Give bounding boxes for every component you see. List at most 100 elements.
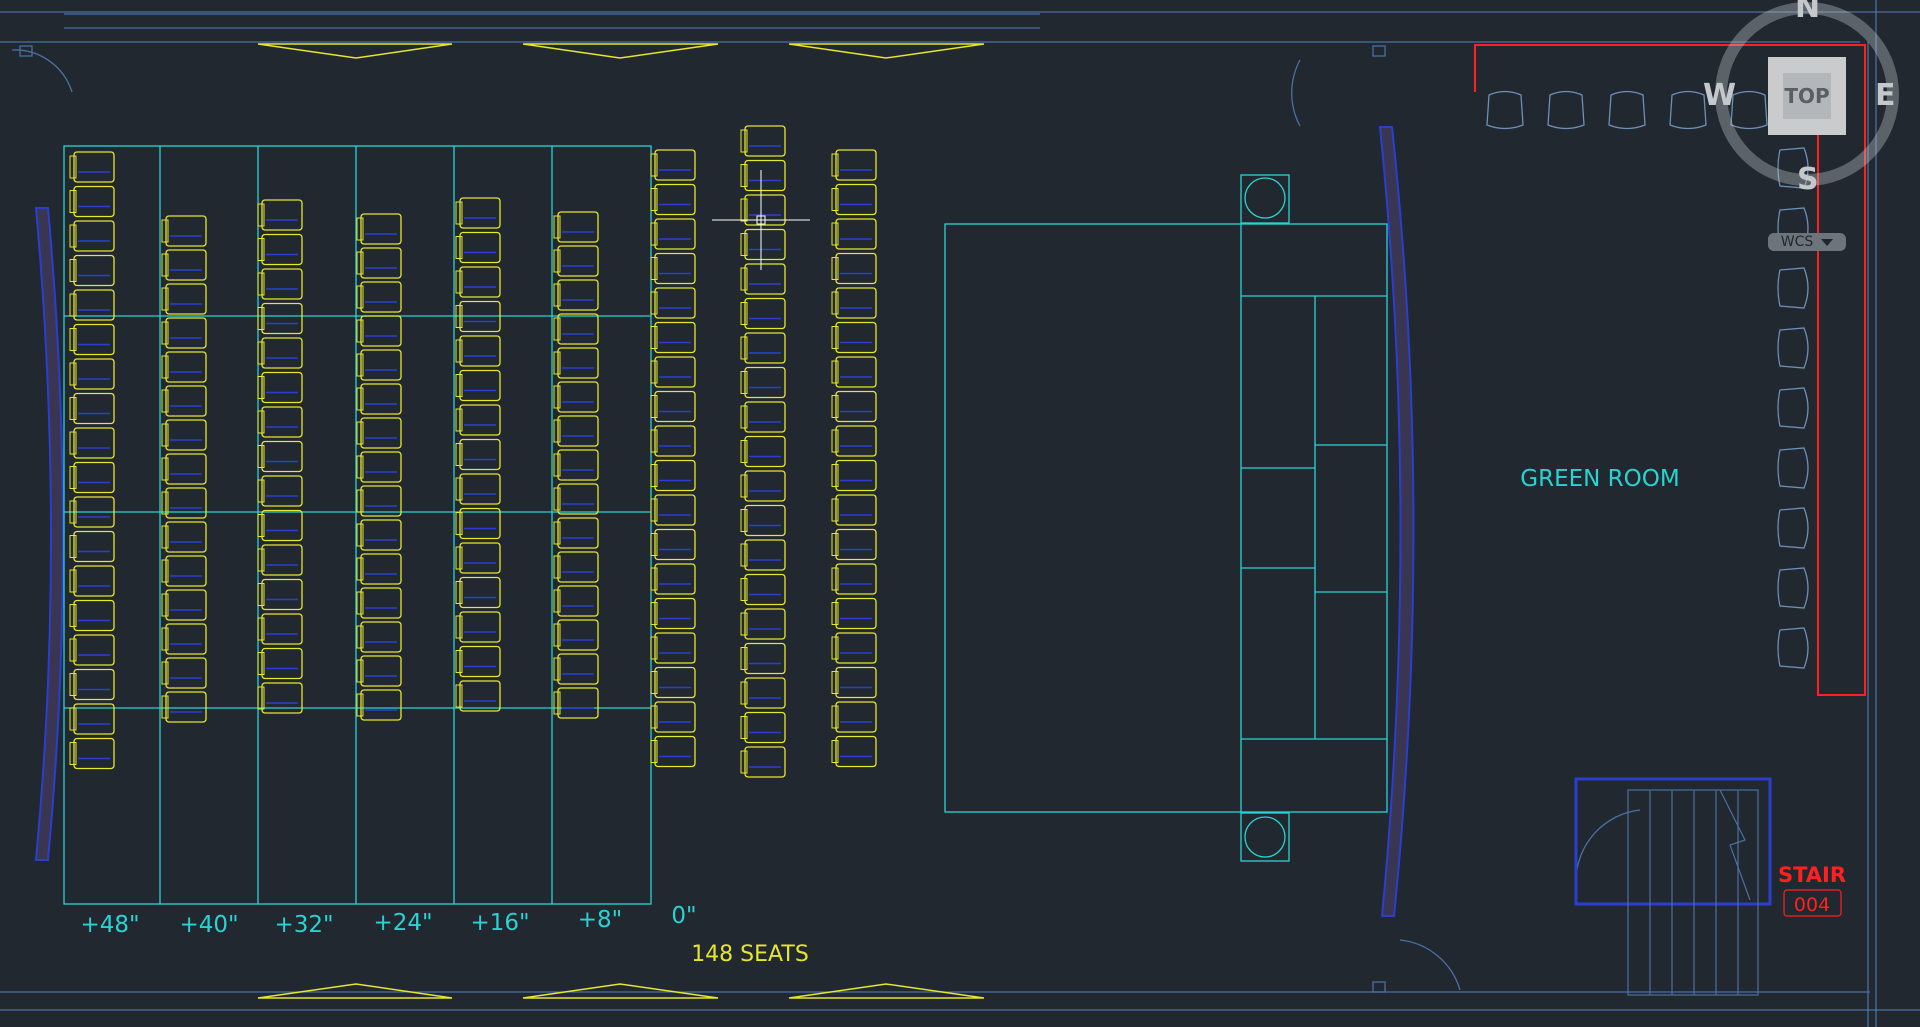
seat	[831, 252, 877, 285]
seat	[257, 544, 303, 576]
seat	[831, 735, 877, 768]
compass-east[interactable]: E	[1875, 78, 1896, 113]
seat	[356, 621, 402, 653]
seat	[257, 233, 303, 266]
seat	[69, 737, 115, 770]
seat	[831, 287, 877, 319]
seat	[161, 419, 207, 451]
seat	[69, 461, 115, 494]
seat	[356, 349, 402, 381]
seat	[650, 321, 696, 354]
seat	[831, 701, 877, 733]
seat	[455, 473, 501, 505]
seat	[740, 470, 786, 502]
chair	[1486, 90, 1524, 130]
seat	[161, 249, 207, 281]
seat	[831, 149, 877, 181]
seat	[161, 657, 207, 689]
seat	[831, 597, 877, 630]
seat	[831, 632, 877, 664]
top-label: TOP	[1783, 73, 1831, 119]
seat	[740, 366, 786, 399]
seat	[455, 369, 501, 402]
seat	[650, 701, 696, 733]
riser-label: +16"	[470, 910, 529, 936]
seat	[257, 613, 303, 645]
seat	[650, 632, 696, 664]
seat	[161, 215, 207, 247]
seat	[69, 392, 115, 425]
wcs-dropdown[interactable]: WCS	[1768, 233, 1846, 251]
seat	[740, 125, 786, 157]
seat	[831, 494, 877, 526]
compass-south[interactable]: S	[1797, 162, 1819, 197]
audience-seats	[69, 125, 877, 778]
seat	[740, 504, 786, 537]
seat	[356, 553, 402, 585]
seat	[257, 268, 303, 300]
chair	[1777, 627, 1809, 669]
seat-count-label: 148 SEATS	[691, 942, 809, 967]
seat	[650, 390, 696, 423]
seat	[831, 390, 877, 423]
seat	[257, 578, 303, 611]
seat	[740, 228, 786, 261]
seat	[650, 563, 696, 595]
chair	[1669, 90, 1707, 130]
compass-west[interactable]: W	[1703, 78, 1736, 113]
room-label: GREEN ROOM	[1520, 466, 1679, 492]
seat	[650, 459, 696, 492]
seat	[553, 313, 599, 345]
seat	[161, 623, 207, 655]
seat	[455, 576, 501, 609]
seat	[740, 746, 786, 778]
lobby-benches	[257, 43, 985, 999]
seat	[553, 415, 599, 447]
seat	[161, 283, 207, 315]
seat	[831, 459, 877, 492]
chevron-down-icon	[1821, 238, 1834, 246]
seat	[455, 404, 501, 436]
seat	[356, 383, 402, 415]
compass-north[interactable]: N	[1795, 0, 1820, 25]
seat	[69, 565, 115, 597]
seat	[356, 689, 402, 721]
seat	[69, 323, 115, 356]
seat	[455, 266, 501, 298]
viewcube[interactable]: TOP N S E W	[1703, 0, 1899, 197]
seat	[553, 245, 599, 277]
seat	[356, 315, 402, 347]
seat	[553, 483, 599, 515]
seat	[161, 691, 207, 723]
seat	[257, 509, 303, 542]
seat	[161, 487, 207, 519]
chair	[1777, 327, 1809, 369]
crosshair-cursor	[712, 170, 810, 270]
riser-label: +48"	[80, 912, 139, 938]
chair	[1777, 567, 1809, 609]
seat	[650, 149, 696, 181]
seat	[740, 711, 786, 744]
seat	[650, 735, 696, 768]
seat	[650, 597, 696, 630]
seat	[740, 332, 786, 364]
riser-label: +24"	[373, 910, 432, 936]
riser-label: +32"	[274, 912, 333, 938]
seat	[740, 539, 786, 571]
seat	[356, 281, 402, 313]
seat	[69, 358, 115, 390]
seat	[69, 599, 115, 632]
building-walls	[0, 0, 1920, 1027]
seat	[740, 401, 786, 433]
seat	[161, 453, 207, 485]
viewcube-top-face[interactable]: TOP	[1768, 57, 1846, 135]
seat	[356, 213, 402, 245]
wcs-label: WCS	[1780, 234, 1814, 250]
seat	[257, 302, 303, 335]
seat	[831, 666, 877, 699]
seat	[831, 563, 877, 595]
floor-plan-canvas[interactable]: +48" +40" +32" +24" +16" +8" 0" 148 SEAT…	[0, 0, 1920, 1027]
seat	[740, 159, 786, 192]
seat	[455, 197, 501, 229]
seat	[161, 589, 207, 621]
